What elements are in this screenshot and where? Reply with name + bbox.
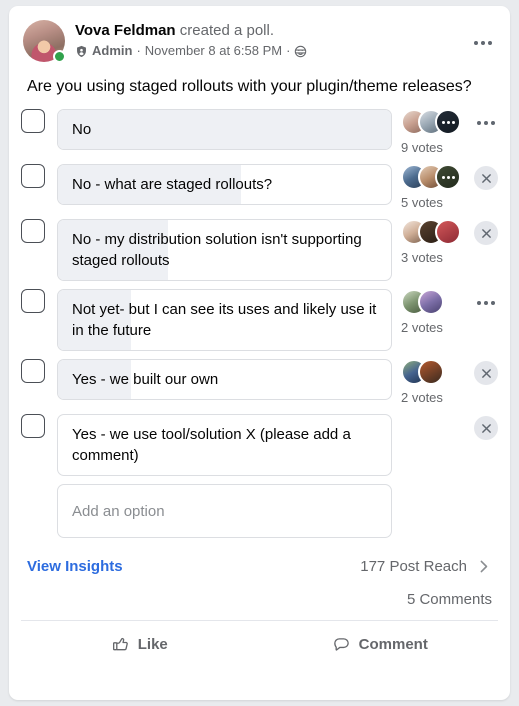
poll-option-remove-button[interactable] bbox=[474, 166, 498, 190]
poll-question: Are you using staged rollouts with your … bbox=[27, 78, 472, 95]
voters-group[interactable]: 5 votes bbox=[401, 164, 461, 211]
post-reach-button[interactable]: 177 Post Reach bbox=[360, 558, 492, 575]
poll-option-side bbox=[392, 414, 498, 440]
poll-option-bar[interactable]: No - my distribution solution isn't supp… bbox=[57, 219, 392, 281]
poll-option-checkbox[interactable] bbox=[21, 219, 45, 243]
meta-separator-2: · bbox=[286, 43, 291, 58]
post-more-options-button[interactable] bbox=[468, 28, 498, 58]
voter-avatar-stack[interactable] bbox=[401, 289, 444, 315]
insights-row: View Insights 177 Post Reach bbox=[9, 538, 510, 575]
voter-avatar-stack[interactable] bbox=[401, 164, 461, 190]
poll-option-bar[interactable]: Yes - we built our own bbox=[57, 359, 392, 400]
post-header-text: Vova Feldman created a poll. Admin · Nov… bbox=[75, 20, 496, 60]
poll-option-remove-button[interactable] bbox=[474, 416, 498, 440]
poll-option-bar[interactable]: No - what are staged rollouts? bbox=[57, 164, 392, 205]
poll-option-remove-button[interactable] bbox=[474, 221, 498, 245]
group-audience-icon[interactable] bbox=[294, 45, 307, 58]
voters-group[interactable]: 2 votes bbox=[401, 359, 444, 406]
view-insights-link[interactable]: View Insights bbox=[27, 558, 123, 575]
chevron-right-icon bbox=[475, 558, 492, 575]
comment-button[interactable]: Comment bbox=[260, 625, 501, 663]
shield-icon bbox=[75, 45, 88, 58]
voter-avatar[interactable] bbox=[418, 289, 444, 315]
voter-avatar-stack[interactable] bbox=[401, 109, 461, 135]
poll-option-bar[interactable]: Yes - we use tool/solution X (please add… bbox=[57, 414, 392, 476]
post-timestamp[interactable]: November 8 at 6:58 PM bbox=[145, 42, 282, 60]
add-option-placeholder: Add an option bbox=[72, 502, 165, 520]
poll-option-label: No - what are staged rollouts? bbox=[72, 176, 273, 193]
poll-option-row: No - my distribution solution isn't supp… bbox=[21, 219, 498, 281]
voter-avatar-overflow[interactable] bbox=[435, 164, 461, 190]
comment-bubble-icon bbox=[332, 635, 351, 654]
poll-option-side: 2 votes bbox=[392, 289, 498, 336]
online-status-indicator bbox=[53, 50, 66, 63]
voters-group[interactable]: 9 votes bbox=[401, 109, 461, 156]
post-action-text: created a poll. bbox=[179, 22, 274, 39]
voters-group[interactable]: 2 votes bbox=[401, 289, 444, 336]
post-byline: Vova Feldman created a poll. bbox=[75, 21, 496, 41]
admin-badge-label: Admin bbox=[92, 43, 133, 58]
post-meta: Admin · November 8 at 6:58 PM · bbox=[75, 42, 496, 60]
author-name[interactable]: Vova Feldman bbox=[75, 22, 176, 39]
add-option-input[interactable]: Add an option bbox=[57, 484, 392, 538]
like-label: Like bbox=[137, 635, 168, 653]
voter-avatar[interactable] bbox=[435, 219, 461, 245]
poll-option-label: Yes - we use tool/solution X (please add… bbox=[72, 426, 351, 464]
poll-option-label: No - my distribution solution isn't supp… bbox=[72, 231, 362, 269]
poll-option-checkbox[interactable] bbox=[21, 414, 45, 438]
poll-option-checkbox[interactable] bbox=[21, 164, 45, 188]
poll-post-screen: Vova Feldman created a poll. Admin · Nov… bbox=[0, 0, 519, 706]
poll-option-checkbox[interactable] bbox=[21, 359, 45, 383]
poll-option-checkbox[interactable] bbox=[21, 109, 45, 133]
voter-avatar-stack[interactable] bbox=[401, 359, 444, 385]
like-button[interactable]: Like bbox=[19, 625, 260, 663]
poll-option-label: Yes - we built our own bbox=[72, 371, 219, 388]
post-header: Vova Feldman created a poll. Admin · Nov… bbox=[9, 6, 510, 63]
poll-option-row: Yes - we built our own 2 votes bbox=[21, 359, 498, 406]
poll-option-more-button[interactable] bbox=[474, 111, 498, 135]
action-bar: Like Comment bbox=[9, 621, 510, 669]
comment-label: Comment bbox=[358, 635, 428, 653]
avatar[interactable] bbox=[23, 20, 66, 63]
poll-options-list: No 9 votes No - what are staged rollouts… bbox=[9, 99, 510, 538]
vote-count: 2 votes bbox=[401, 320, 443, 335]
poll-option-side: 2 votes bbox=[392, 359, 498, 406]
voter-avatar-overflow[interactable] bbox=[435, 109, 461, 135]
poll-option-remove-button[interactable] bbox=[474, 361, 498, 385]
poll-option-side: 5 votes bbox=[392, 164, 498, 211]
poll-option-label: Not yet- but I can see its uses and like… bbox=[72, 301, 377, 339]
poll-option-row: Yes - we use tool/solution X (please add… bbox=[21, 414, 498, 476]
vote-count: 9 votes bbox=[401, 140, 443, 155]
post-reach-label: 177 Post Reach bbox=[360, 558, 467, 575]
meta-separator: · bbox=[136, 43, 141, 58]
more-options-icon bbox=[474, 41, 492, 45]
vote-count: 3 votes bbox=[401, 250, 443, 265]
voters-group[interactable]: 3 votes bbox=[401, 219, 461, 266]
poll-option-more-button[interactable] bbox=[474, 291, 498, 315]
poll-option-checkbox[interactable] bbox=[21, 289, 45, 313]
vote-count: 5 votes bbox=[401, 195, 443, 210]
poll-option-bar[interactable]: Not yet- but I can see its uses and like… bbox=[57, 289, 392, 351]
more-voters-icon bbox=[437, 111, 459, 133]
poll-option-bar[interactable]: No bbox=[57, 109, 392, 150]
poll-option-side: 9 votes bbox=[392, 109, 498, 156]
vote-count: 2 votes bbox=[401, 390, 443, 405]
voter-avatar[interactable] bbox=[418, 359, 444, 385]
more-voters-icon bbox=[437, 166, 459, 188]
comments-count[interactable]: 5 Comments bbox=[9, 575, 510, 608]
poll-option-row: No 9 votes bbox=[21, 109, 498, 156]
poll-option-label: No bbox=[72, 121, 92, 138]
poll-option-row: Not yet- but I can see its uses and like… bbox=[21, 289, 498, 351]
post-card: Vova Feldman created a poll. Admin · Nov… bbox=[9, 6, 510, 700]
poll-option-row: No - what are staged rollouts? 5 votes bbox=[21, 164, 498, 211]
voter-avatar-stack[interactable] bbox=[401, 219, 461, 245]
poll-option-fill bbox=[58, 110, 391, 149]
poll-option-side: 3 votes bbox=[392, 219, 498, 266]
thumbs-up-icon bbox=[111, 635, 130, 654]
